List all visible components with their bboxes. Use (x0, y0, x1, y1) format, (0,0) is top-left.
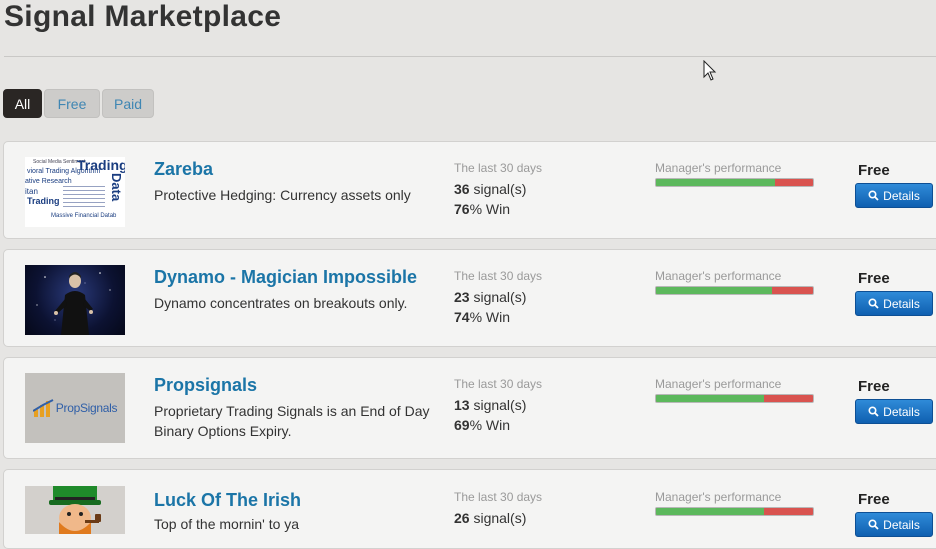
details-button[interactable]: Details (855, 291, 933, 316)
win-rate: 69% Win (454, 417, 511, 433)
signal-name-link[interactable]: Luck Of The Irish (154, 490, 301, 511)
signal-count: 26 signal(s) (454, 510, 527, 526)
performance-bar (655, 507, 814, 516)
price-label: Free (858, 491, 890, 508)
period-label: The last 30 days (454, 377, 543, 391)
signal-thumbnail[interactable]: PropSignals (25, 373, 125, 443)
signal-card: Luck Of The Irish Top of the mornin' to … (3, 469, 936, 549)
filter-paid-button[interactable]: Paid (102, 89, 154, 118)
page-title: Signal Marketplace (4, 0, 282, 33)
performance-label: Manager's performance (655, 490, 782, 504)
performance-bar (655, 178, 814, 187)
performance-label: Manager's performance (655, 377, 782, 391)
signal-thumbnail[interactable] (25, 265, 125, 335)
signal-card: PropSignals Propsignals Proprietary Trad… (3, 357, 936, 459)
search-icon (868, 406, 879, 417)
signal-name-link[interactable]: Dynamo - Magician Impossible (154, 267, 417, 288)
price-label: Free (858, 162, 890, 179)
win-rate: 76% Win (454, 201, 511, 217)
details-button[interactable]: Details (855, 399, 933, 424)
filter-tabs: All Free Paid (3, 89, 154, 118)
signal-card: Social Media Sentiment Trading vioral Tr… (3, 141, 936, 239)
period-label: The last 30 days (454, 269, 543, 283)
signal-description: Top of the mornin' to ya (154, 516, 300, 532)
performance-bar (655, 286, 814, 295)
leprechaun-image (49, 486, 101, 534)
signal-count: 13 signal(s) (454, 397, 527, 413)
filter-free-button[interactable]: Free (44, 89, 100, 118)
period-label: The last 30 days (454, 490, 543, 504)
signal-thumbnail[interactable]: Social Media Sentiment Trading vioral Tr… (25, 157, 125, 227)
title-divider (4, 56, 936, 57)
signal-count: 23 signal(s) (454, 289, 527, 305)
search-icon (868, 190, 879, 201)
signal-description: Dynamo concentrates on breakouts only. (154, 295, 408, 311)
details-button[interactable]: Details (855, 183, 933, 208)
signal-description: Proprietary Trading Signals is an End of… (154, 403, 430, 439)
performance-label: Manager's performance (655, 161, 782, 175)
period-label: The last 30 days (454, 161, 543, 175)
search-icon (868, 298, 879, 309)
signal-count: 36 signal(s) (454, 181, 527, 197)
signal-name-link[interactable]: Propsignals (154, 375, 257, 396)
performance-label: Manager's performance (655, 269, 782, 283)
search-icon (868, 519, 879, 530)
details-button[interactable]: Details (855, 512, 933, 537)
propsignals-logo-icon (32, 399, 54, 417)
signal-description: Protective Hedging: Currency assets only (154, 187, 411, 203)
signal-name-link[interactable]: Zareba (154, 159, 213, 180)
filter-all-button[interactable]: All (3, 89, 42, 118)
price-label: Free (858, 270, 890, 287)
magician-image (36, 272, 111, 335)
signal-thumbnail[interactable] (25, 486, 125, 534)
win-rate: 74% Win (454, 309, 511, 325)
signal-card: Dynamo - Magician Impossible Dynamo conc… (3, 249, 936, 347)
price-label: Free (858, 378, 890, 395)
mouse-cursor-icon (703, 60, 717, 81)
performance-bar (655, 394, 814, 403)
